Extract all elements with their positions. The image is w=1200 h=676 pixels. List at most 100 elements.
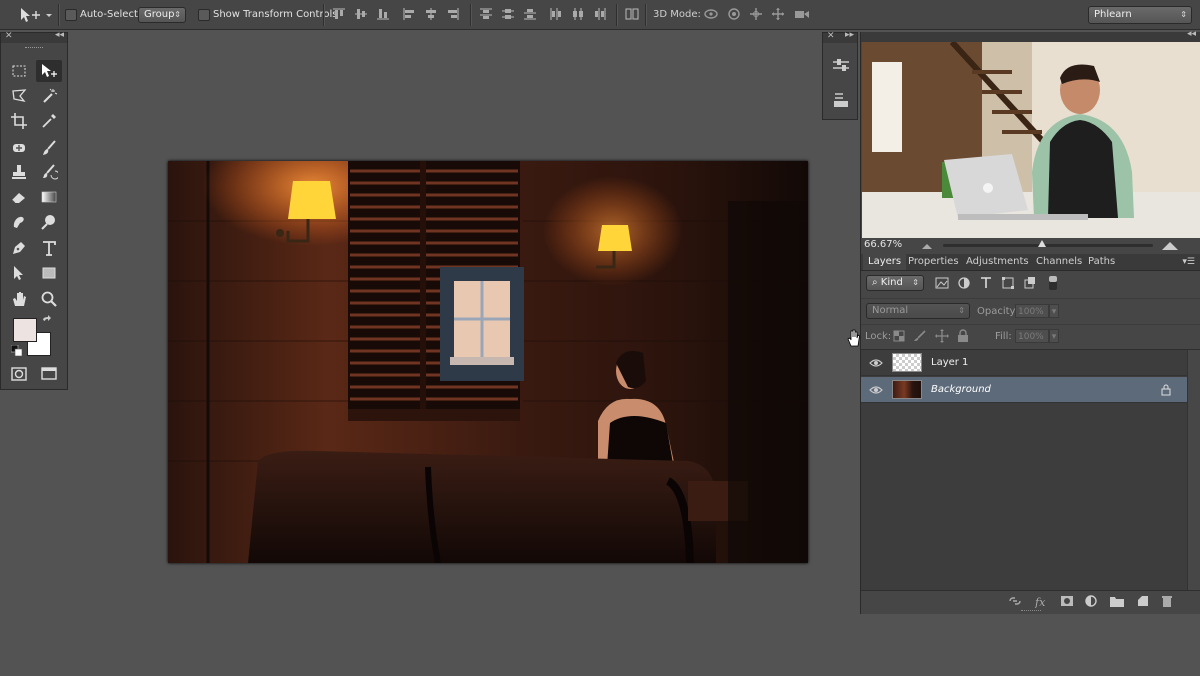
clone-stamp-tool[interactable]: [6, 161, 32, 183]
layer-thumbnail[interactable]: [892, 380, 922, 399]
filter-smart-object-icon[interactable]: [1023, 276, 1037, 290]
filter-adjustment-icon[interactable]: [957, 276, 971, 290]
smudge-tool[interactable]: [6, 211, 32, 233]
close-icon[interactable]: ✕: [5, 31, 13, 41]
auto-align-icon[interactable]: [625, 7, 639, 21]
quick-mask-tool[interactable]: [6, 363, 32, 385]
workspace-dropdown[interactable]: Phlearn ⇕: [1088, 6, 1192, 24]
magic-wand-tool[interactable]: [36, 85, 62, 107]
layer-name[interactable]: Background: [931, 384, 991, 395]
gradient-tool[interactable]: [36, 186, 62, 208]
layers-scrollbar[interactable]: [1187, 350, 1200, 590]
distribute-bottom-icon[interactable]: [523, 7, 537, 21]
layer-row[interactable]: Background: [861, 377, 1187, 403]
filter-pixel-icon[interactable]: [935, 276, 949, 290]
collapse-icon[interactable]: ◂◂: [55, 30, 64, 40]
collapse-icon[interactable]: ◂◂: [1187, 29, 1196, 39]
eyedropper-tool[interactable]: [36, 110, 62, 132]
panel-grip[interactable]: [25, 47, 43, 50]
tab-properties[interactable]: Properties: [903, 254, 964, 270]
screen-mode-tool[interactable]: [36, 363, 62, 385]
lock-icon[interactable]: [1161, 384, 1171, 396]
auto-select-checkbox[interactable]: [65, 9, 77, 21]
align-left-icon[interactable]: [402, 7, 416, 21]
opacity-stepper[interactable]: ▾: [1049, 304, 1059, 318]
swap-colors-icon[interactable]: [41, 315, 53, 327]
filter-kind-dropdown[interactable]: ⌕ Kind ⇕: [866, 275, 924, 291]
3d-slide-icon[interactable]: [771, 7, 785, 21]
rectangle-tool[interactable]: [36, 262, 62, 284]
lock-all-icon[interactable]: [957, 329, 969, 343]
crop-tool[interactable]: [6, 110, 32, 132]
tab-paths[interactable]: Paths: [1083, 254, 1120, 270]
zoom-slider-thumb[interactable]: [1037, 240, 1046, 247]
zoom-slider[interactable]: [943, 240, 1153, 247]
zoom-out-icon[interactable]: [921, 241, 933, 250]
panel-menu-icon[interactable]: ▾☰: [1182, 257, 1195, 267]
type-tool[interactable]: [36, 237, 62, 259]
dodge-tool[interactable]: [36, 211, 62, 233]
trash-icon[interactable]: [1159, 594, 1175, 608]
lock-transparent-icon[interactable]: [893, 330, 905, 342]
align-vcenter-icon[interactable]: [354, 7, 368, 21]
lasso-tool[interactable]: [6, 85, 32, 107]
layer-thumbnail[interactable]: [892, 353, 922, 372]
brush-tool[interactable]: [36, 137, 62, 159]
adjustment-icon[interactable]: [1083, 594, 1099, 608]
folder-icon[interactable]: [1109, 594, 1125, 608]
distribute-left-icon[interactable]: [549, 7, 563, 21]
tab-channels[interactable]: Channels: [1031, 254, 1087, 270]
filter-type-icon[interactable]: [979, 276, 993, 290]
close-icon[interactable]: ✕: [827, 31, 835, 41]
3d-rotate-icon[interactable]: [703, 7, 718, 21]
fx-icon[interactable]: fx: [1033, 594, 1049, 608]
lock-image-icon[interactable]: [913, 330, 927, 342]
distribute-right-icon[interactable]: [593, 7, 607, 21]
link-icon[interactable]: [1007, 594, 1023, 608]
fill-stepper[interactable]: ▾: [1049, 329, 1059, 343]
move-tool[interactable]: [36, 60, 62, 82]
pen-tool[interactable]: [6, 237, 32, 259]
filter-shape-icon[interactable]: [1001, 276, 1015, 290]
mask-icon[interactable]: [1059, 594, 1075, 608]
panel-resize-grip[interactable]: [1021, 610, 1041, 613]
align-top-icon[interactable]: [332, 7, 346, 21]
hand-tool[interactable]: [6, 288, 32, 310]
healing-brush-tool[interactable]: [6, 137, 32, 159]
fill-field[interactable]: 100%: [1015, 329, 1049, 343]
align-right-icon[interactable]: [446, 7, 460, 21]
foreground-color-swatch[interactable]: [13, 318, 37, 342]
opacity-field[interactable]: 100%: [1015, 304, 1049, 318]
distribute-top-icon[interactable]: [479, 7, 493, 21]
rectangular-marquee-tool[interactable]: [6, 60, 32, 82]
path-selection-tool[interactable]: [6, 262, 32, 284]
expand-icon[interactable]: ▸▸: [845, 30, 854, 40]
zoom-level[interactable]: 66.67%: [864, 239, 902, 250]
eraser-tool[interactable]: [6, 186, 32, 208]
history-brush-tool[interactable]: [36, 161, 62, 183]
3d-pan-icon[interactable]: [749, 7, 763, 21]
move-tool-preset-icon[interactable]: [18, 6, 54, 24]
3d-roll-icon[interactable]: [727, 7, 741, 21]
distribute-vcenter-icon[interactable]: [501, 7, 515, 21]
auto-select-dropdown[interactable]: Group ⇕: [138, 7, 186, 23]
layer-name[interactable]: Layer 1: [931, 357, 968, 368]
zoom-tool[interactable]: [36, 288, 62, 310]
eye-icon[interactable]: [869, 384, 883, 396]
zoom-in-icon[interactable]: [1161, 239, 1179, 251]
tab-layers[interactable]: Layers: [863, 254, 907, 270]
filter-toggle[interactable]: [1049, 276, 1057, 290]
default-colors-icon[interactable]: [11, 345, 23, 357]
3d-video-icon[interactable]: [794, 7, 809, 21]
properties-panel-button[interactable]: [829, 55, 853, 77]
show-transform-checkbox[interactable]: [198, 9, 210, 21]
blend-mode-dropdown[interactable]: Normal ⇕: [866, 303, 970, 319]
new-layer-icon[interactable]: [1135, 594, 1151, 608]
align-hcenter-icon[interactable]: [424, 7, 438, 21]
layer-row[interactable]: Layer 1: [861, 350, 1187, 376]
layer-comps-panel-button[interactable]: [829, 89, 853, 111]
align-bottom-icon[interactable]: [376, 7, 390, 21]
tab-adjustments[interactable]: Adjustments: [961, 254, 1034, 270]
distribute-hcenter-icon[interactable]: [571, 7, 585, 21]
lock-position-icon[interactable]: [935, 329, 949, 343]
